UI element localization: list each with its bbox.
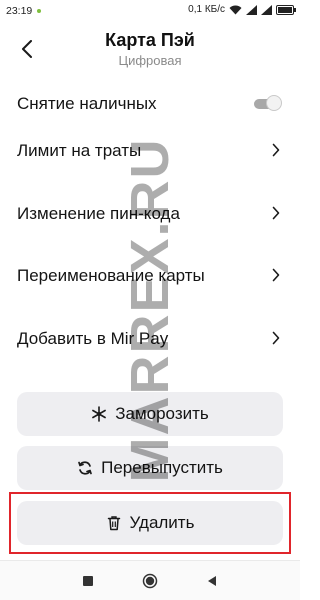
circle-home-icon bbox=[142, 573, 158, 589]
snowflake-icon bbox=[91, 406, 107, 422]
screen: 23:19 0,1 КБ/с Карта Пэй Цифровая Снятие… bbox=[0, 0, 300, 600]
notification-dot-icon bbox=[37, 9, 41, 13]
cash-withdrawal-toggle[interactable] bbox=[252, 95, 282, 111]
page-subtitle: Цифровая bbox=[118, 53, 182, 68]
chevron-right-icon bbox=[272, 206, 280, 220]
network-speed: 0,1 КБ/с bbox=[188, 4, 225, 15]
setting-spending-limit[interactable]: Лимит на траты bbox=[0, 131, 300, 171]
delete-highlight-frame bbox=[9, 492, 291, 554]
signal-icon bbox=[261, 4, 272, 15]
square-icon bbox=[83, 576, 93, 586]
refresh-icon bbox=[77, 460, 93, 476]
chevron-right-icon bbox=[272, 331, 280, 345]
setting-label: Снятие наличных bbox=[17, 94, 157, 113]
setting-change-pin[interactable]: Изменение пин-кода bbox=[0, 194, 300, 234]
setting-cash-withdrawal[interactable]: Снятие наличных bbox=[0, 84, 300, 124]
toggle-knob bbox=[266, 95, 282, 111]
status-time: 23:19 bbox=[6, 5, 33, 17]
setting-label: Изменение пин-кода bbox=[17, 204, 180, 223]
header: Карта Пэй Цифровая bbox=[0, 26, 300, 76]
setting-label: Добавить в Mir Pay bbox=[17, 329, 169, 348]
status-bar: 23:19 0,1 КБ/с bbox=[0, 0, 300, 22]
reissue-button[interactable]: Перевыпустить bbox=[17, 446, 283, 490]
back-nav-button[interactable] bbox=[202, 571, 222, 591]
page-title: Карта Пэй bbox=[105, 30, 195, 50]
setting-label: Лимит на траты bbox=[17, 141, 142, 160]
freeze-label: Заморозить bbox=[115, 404, 209, 423]
chevron-right-icon bbox=[272, 143, 280, 157]
wifi-icon bbox=[229, 5, 242, 15]
status-right: 0,1 КБ/с bbox=[188, 4, 296, 15]
home-button[interactable] bbox=[140, 571, 160, 591]
setting-add-mir-pay[interactable]: Добавить в Mir Pay bbox=[0, 319, 300, 359]
recent-apps-button[interactable] bbox=[78, 571, 98, 591]
signal-icon bbox=[246, 4, 257, 15]
system-nav-bar bbox=[0, 560, 300, 600]
setting-label: Переименование карты bbox=[17, 266, 205, 285]
chevron-right-icon bbox=[272, 268, 280, 282]
triangle-back-icon bbox=[208, 576, 216, 586]
battery-icon bbox=[276, 4, 296, 15]
reissue-label: Перевыпустить bbox=[101, 458, 223, 477]
setting-rename-card[interactable]: Переименование карты bbox=[0, 256, 300, 296]
freeze-button[interactable]: Заморозить bbox=[17, 392, 283, 436]
